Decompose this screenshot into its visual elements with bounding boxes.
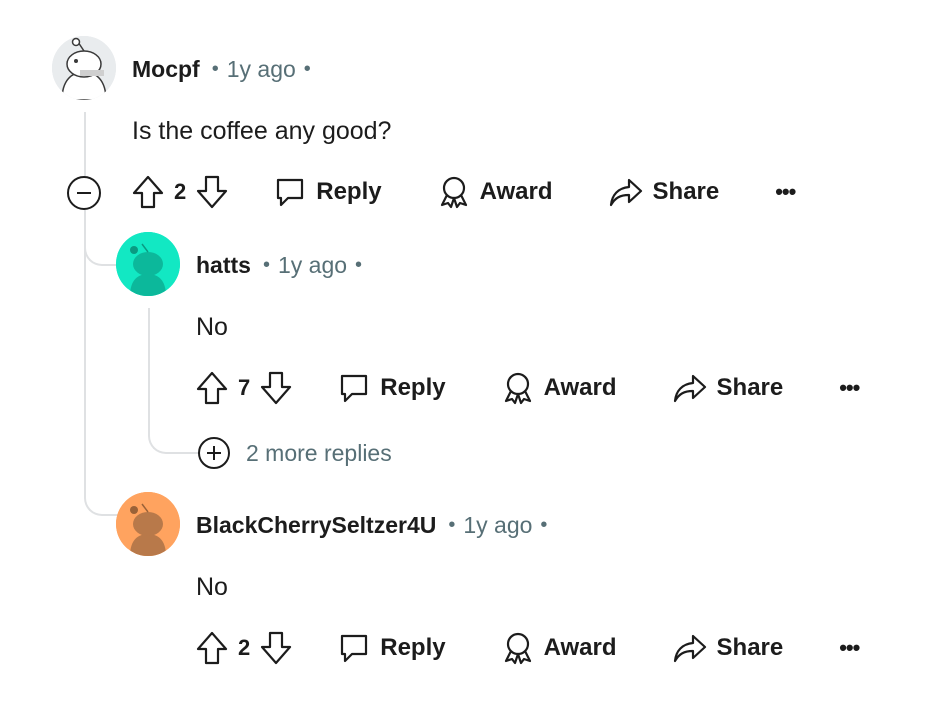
reply-label: Reply	[316, 178, 382, 205]
reply-label: Reply	[380, 634, 446, 661]
downvote-icon[interactable]	[196, 175, 228, 209]
award-label: Award	[543, 634, 617, 661]
separator-dot: •	[448, 513, 456, 536]
comment-icon	[277, 178, 304, 207]
comment-body: Is the coffee any good?	[132, 117, 392, 145]
award-button[interactable]: Award	[502, 371, 617, 405]
more-replies-button[interactable]: 2 more replies	[198, 437, 392, 469]
reply-label: Reply	[380, 374, 446, 401]
comment-meta: Mocpf • 1y ago •	[132, 54, 311, 84]
minus-icon	[77, 192, 91, 194]
separator-dot: •	[211, 57, 219, 80]
collapse-button[interactable]	[67, 176, 101, 210]
upvote-icon[interactable]	[196, 371, 228, 405]
username[interactable]: Mocpf	[132, 56, 200, 83]
timestamp[interactable]: 1y ago	[278, 252, 347, 279]
award-button[interactable]: Award	[502, 631, 617, 665]
avatar[interactable]	[52, 36, 116, 100]
comment-meta: BlackCherrySeltzer4U • 1y ago •	[196, 510, 547, 540]
thread-line-hatts	[148, 308, 150, 428]
award-button[interactable]: Award	[438, 175, 553, 209]
share-icon	[673, 374, 706, 403]
comment-icon	[341, 374, 368, 403]
comment-meta: hatts • 1y ago •	[196, 250, 362, 280]
username[interactable]: BlackCherrySeltzer4U	[196, 512, 436, 539]
comment-body: No	[196, 573, 228, 601]
share-button[interactable]: Share	[609, 177, 720, 207]
award-icon	[504, 632, 531, 665]
more-options-button[interactable]: •••	[839, 635, 860, 661]
downvote-icon[interactable]	[260, 631, 292, 665]
plus-icon	[198, 437, 230, 469]
avatar[interactable]	[116, 232, 180, 296]
thread-connector-hatts	[84, 228, 118, 266]
separator-dot: •	[262, 253, 270, 276]
downvote-icon[interactable]	[260, 371, 292, 405]
separator-dot: •	[355, 253, 363, 276]
more-options-button[interactable]: •••	[775, 179, 796, 205]
more-replies-label: 2 more replies	[246, 439, 392, 466]
more-options-button[interactable]: •••	[839, 375, 860, 401]
reply-button[interactable]: Reply	[338, 372, 446, 404]
comment-actions: 2 Reply Award Share •••	[196, 626, 860, 670]
timestamp[interactable]: 1y ago	[463, 512, 532, 539]
reply-button[interactable]: Reply	[274, 176, 382, 208]
avatar[interactable]	[116, 492, 180, 556]
share-label: Share	[652, 178, 720, 205]
vote-group: 2	[132, 175, 228, 209]
share-icon	[609, 178, 642, 207]
thread-connector-more-replies	[148, 420, 200, 454]
award-icon	[504, 372, 531, 405]
upvote-icon[interactable]	[196, 631, 228, 665]
award-label: Award	[479, 178, 553, 205]
vote-group: 2	[196, 631, 292, 665]
share-button[interactable]: Share	[673, 373, 784, 403]
timestamp[interactable]: 1y ago	[227, 56, 296, 83]
comment-actions: 7 Reply Award Share •••	[196, 366, 860, 410]
username[interactable]: hatts	[196, 252, 251, 279]
share-button[interactable]: Share	[673, 633, 784, 663]
comment-body: No	[196, 313, 228, 341]
comment-actions: 2 Reply Award Share •••	[132, 170, 796, 214]
award-icon	[440, 176, 467, 209]
vote-count: 7	[238, 375, 251, 400]
vote-group: 7	[196, 371, 292, 405]
reply-button[interactable]: Reply	[338, 632, 446, 664]
thread-line-root	[84, 112, 86, 176]
share-label: Share	[716, 374, 784, 401]
vote-count: 2	[238, 635, 251, 660]
upvote-icon[interactable]	[132, 175, 164, 209]
separator-dot: •	[303, 57, 311, 80]
share-icon	[673, 634, 706, 663]
comment-icon	[341, 634, 368, 663]
thread-connector-blackcherry	[84, 470, 118, 516]
award-label: Award	[543, 374, 617, 401]
share-label: Share	[716, 634, 784, 661]
separator-dot: •	[540, 513, 548, 536]
vote-count: 2	[174, 179, 187, 204]
